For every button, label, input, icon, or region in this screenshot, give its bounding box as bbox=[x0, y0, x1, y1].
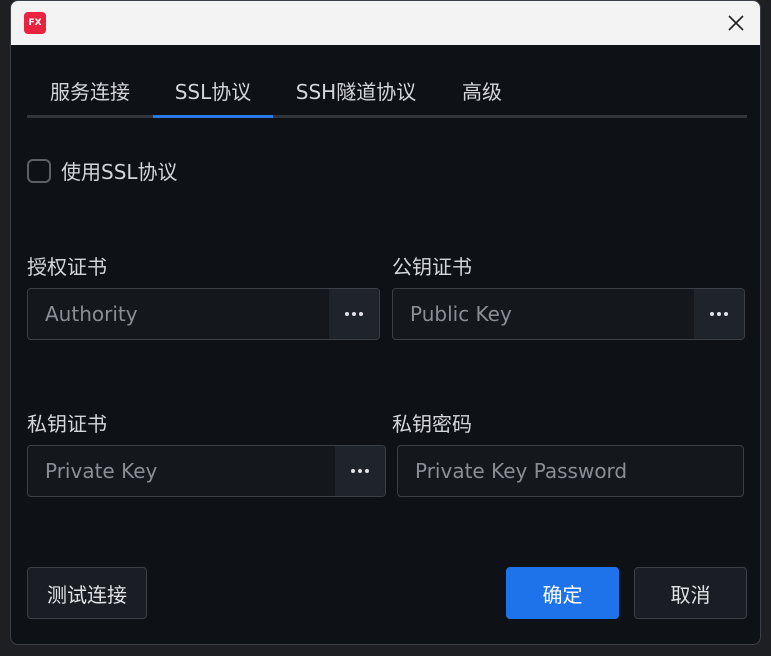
cancel-button[interactable]: 取消 bbox=[634, 567, 747, 619]
tab-advanced[interactable]: 高级 bbox=[439, 64, 525, 116]
tab-ssh-tunnel[interactable]: SSH隧道协议 bbox=[273, 64, 439, 116]
authority-label: 授权证书 bbox=[27, 255, 107, 279]
private-key-password-input[interactable] bbox=[398, 446, 743, 496]
public-key-browse-button[interactable] bbox=[694, 289, 744, 339]
test-connection-button[interactable]: 测试连接 bbox=[27, 567, 147, 619]
private-key-input[interactable] bbox=[28, 446, 337, 496]
private-key-label: 私钥证书 bbox=[27, 412, 107, 436]
use-ssl-checkbox[interactable] bbox=[27, 158, 51, 183]
tab-service-connection[interactable]: 服务连接 bbox=[27, 64, 153, 116]
private-key-password-label: 私钥密码 bbox=[392, 412, 472, 436]
authority-field bbox=[27, 288, 380, 340]
private-key-password-field bbox=[397, 445, 744, 497]
public-key-field bbox=[392, 288, 745, 340]
ellipsis-icon bbox=[710, 312, 728, 316]
ellipsis-icon bbox=[345, 312, 363, 316]
title-bar: FX bbox=[11, 1, 760, 45]
ok-button[interactable]: 确定 bbox=[506, 567, 619, 619]
use-ssl-row[interactable]: 使用SSL协议 bbox=[27, 156, 178, 185]
use-ssl-label: 使用SSL协议 bbox=[61, 160, 178, 184]
tab-bar: 服务连接 SSL协议 SSH隧道协议 高级 bbox=[27, 64, 747, 118]
close-icon bbox=[728, 15, 744, 31]
close-button[interactable] bbox=[724, 11, 748, 35]
authority-browse-button[interactable] bbox=[329, 289, 379, 339]
ellipsis-icon bbox=[351, 469, 369, 473]
connection-dialog: FX 服务连接 SSL协议 SSH隧道协议 高级 使用SSL协议 授权证书 公钥… bbox=[10, 0, 761, 645]
private-key-field bbox=[27, 445, 386, 497]
tabs-divider bbox=[27, 115, 747, 118]
active-tab-indicator bbox=[153, 115, 273, 118]
authority-input[interactable] bbox=[28, 289, 331, 339]
app-logo: FX bbox=[24, 12, 46, 34]
private-key-browse-button[interactable] bbox=[335, 446, 385, 496]
public-key-label: 公钥证书 bbox=[392, 255, 472, 279]
tab-ssl[interactable]: SSL协议 bbox=[153, 64, 273, 116]
public-key-input[interactable] bbox=[393, 289, 696, 339]
